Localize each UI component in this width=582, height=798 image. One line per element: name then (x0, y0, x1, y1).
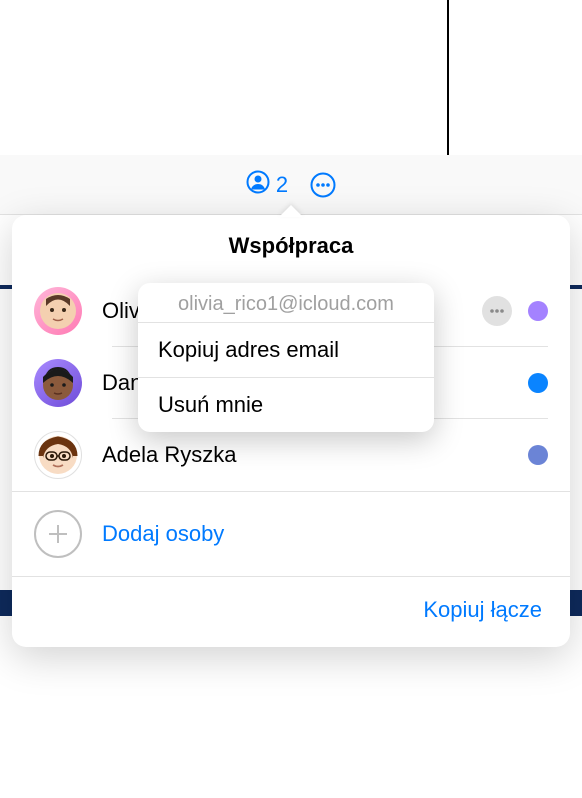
avatar (34, 431, 82, 479)
participant-more-button[interactable] (482, 296, 512, 326)
avatar (34, 359, 82, 407)
ellipsis-icon (488, 302, 506, 320)
participant-context-menu: olivia_rico1@icloud.com Kopiuj adres ema… (138, 283, 434, 432)
presence-dot (528, 373, 548, 393)
copy-email-item[interactable]: Kopiuj adres email (138, 322, 434, 377)
plus-circle-icon (34, 510, 82, 558)
context-email: olivia_rico1@icloud.com (138, 283, 434, 322)
add-people-row[interactable]: Dodaj osoby (12, 491, 570, 576)
more-circle-icon[interactable] (310, 172, 336, 198)
add-people-label: Dodaj osoby (102, 521, 224, 547)
person-icon (246, 170, 270, 200)
participant-count: 2 (276, 172, 288, 198)
copy-link-button[interactable]: Kopiuj łącze (423, 597, 542, 623)
presence-dot (528, 445, 548, 465)
remove-me-item[interactable]: Usuń mnie (138, 377, 434, 432)
collaboration-indicator[interactable]: 2 (246, 170, 288, 200)
presence-dot (528, 301, 548, 321)
popover-title: Współpraca (12, 233, 570, 259)
avatar (34, 287, 82, 335)
participant-name: Adela Ryszka (102, 442, 528, 468)
copy-link-row: Kopiuj łącze (12, 576, 570, 647)
